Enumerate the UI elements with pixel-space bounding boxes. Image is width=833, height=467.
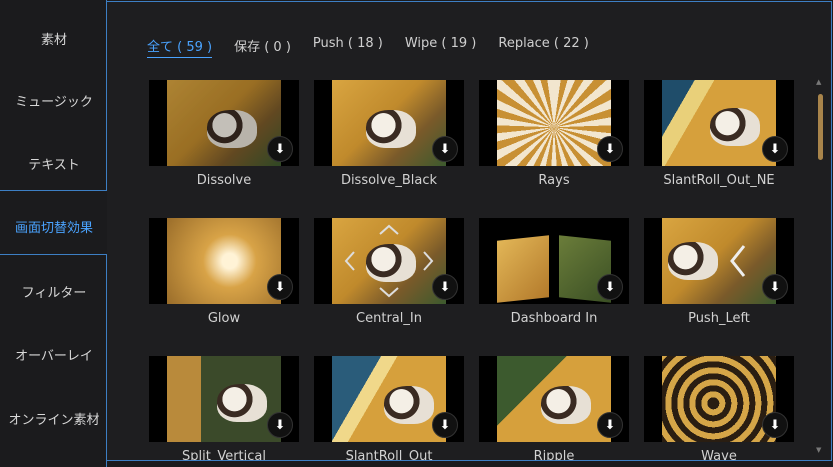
tab-push[interactable]: Push ( 18 ): [313, 36, 383, 58]
effect-card-dashboard-in[interactable]: ⬇ Dashboard In: [479, 218, 629, 338]
download-icon[interactable]: ⬇: [267, 412, 293, 438]
effect-label: Central_In: [356, 311, 422, 326]
effect-label: SlantRoll_Out_NE: [663, 173, 775, 188]
cat-image: [207, 110, 257, 148]
effect-card-dissolve-black[interactable]: ⬇ Dissolve_Black: [314, 80, 464, 200]
effect-thumbnail: ⬇: [479, 356, 629, 442]
category-tabs: 全て ( 59 ) 保存 ( 0 ) Push ( 18 ) Wipe ( 19…: [147, 36, 589, 58]
sidebar-item-media[interactable]: 素材: [0, 20, 108, 56]
effect-label: Rays: [538, 173, 570, 188]
download-icon[interactable]: ⬇: [432, 274, 458, 300]
scroll-up-icon[interactable]: ▲: [816, 78, 821, 86]
effect-label: Dissolve_Black: [340, 173, 438, 188]
download-icon[interactable]: ⬇: [267, 136, 293, 162]
sidebar-item-filters[interactable]: フィルター: [0, 273, 108, 309]
download-icon[interactable]: ⬇: [597, 412, 623, 438]
effect-thumbnail: ⬇: [479, 218, 629, 304]
tab-all[interactable]: 全て ( 59 ): [147, 36, 213, 58]
download-icon[interactable]: ⬇: [762, 412, 788, 438]
download-icon[interactable]: ⬇: [432, 136, 458, 162]
sidebar-item-online-assets[interactable]: オンライン素材: [0, 400, 108, 436]
effect-thumbnail: ⬇: [149, 356, 299, 442]
scrollbar-thumb[interactable]: [818, 94, 823, 160]
effect-thumbnail: ⬇: [314, 218, 464, 304]
cat-image: [384, 386, 434, 424]
scroll-down-icon[interactable]: ▼: [816, 446, 821, 454]
effect-label: Ripple: [533, 449, 575, 461]
thumbnail-image: [497, 356, 611, 442]
thumbnail-image: [662, 80, 776, 166]
thumbnail-image: [662, 356, 776, 442]
effect-thumbnail: ⬇: [479, 80, 629, 166]
sidebar: 素材 ミュージック テキスト 画面切替効果 フィルター オーバーレイ オンライン…: [0, 0, 108, 467]
effect-thumbnail: ⬇: [644, 356, 794, 442]
cat-image: [366, 110, 416, 148]
vertical-scrollbar[interactable]: ▲ ▼: [816, 78, 823, 454]
effect-label: SlantRoll_Out: [345, 449, 433, 461]
effect-thumbnail: ⬇: [149, 218, 299, 304]
sidebar-item-text[interactable]: テキスト: [0, 145, 108, 181]
effect-label: Dissolve: [196, 173, 252, 188]
active-tab-connector: [107, 191, 108, 254]
effect-card-rays[interactable]: ⬇ Rays: [479, 80, 629, 200]
effect-thumbnail: ⬇: [644, 80, 794, 166]
sidebar-item-overlays[interactable]: オーバーレイ: [0, 336, 108, 372]
download-icon[interactable]: ⬇: [597, 136, 623, 162]
effect-card-slantroll-out-ne[interactable]: ⬇ SlantRoll_Out_NE: [644, 80, 794, 200]
effect-card-ripple[interactable]: ⬇ Ripple: [479, 356, 629, 460]
effect-label: Glow: [207, 311, 241, 326]
effect-label: Dashboard In: [510, 311, 598, 326]
effect-card-glow[interactable]: ⬇ Glow: [149, 218, 299, 338]
effect-card-dissolve[interactable]: ⬇ Dissolve: [149, 80, 299, 200]
download-icon[interactable]: ⬇: [762, 136, 788, 162]
sidebar-item-music[interactable]: ミュージック: [0, 82, 108, 118]
effect-thumbnail: ⬇: [644, 218, 794, 304]
effect-card-push-left[interactable]: ⬇ Push_Left: [644, 218, 794, 338]
thumbnail-image: [167, 80, 281, 166]
effect-thumbnail: ⬇: [314, 356, 464, 442]
thumbnail-image: [497, 235, 549, 303]
sidebar-item-transitions[interactable]: 画面切替効果: [0, 208, 108, 244]
cat-image: [710, 108, 760, 146]
download-icon[interactable]: ⬇: [432, 412, 458, 438]
effect-label: Push_Left: [688, 311, 750, 326]
effect-card-wave[interactable]: ⬇ Wave: [644, 356, 794, 460]
effect-thumbnail: ⬇: [149, 80, 299, 166]
effect-card-central-in[interactable]: ⬇ Central_In: [314, 218, 464, 338]
thumbnail-image: [332, 356, 446, 442]
download-icon[interactable]: ⬇: [597, 274, 623, 300]
effect-card-split-vertical[interactable]: ⬇ Split_Vertical: [149, 356, 299, 460]
tab-saved[interactable]: 保存 ( 0 ): [234, 36, 291, 58]
thumbnail-image: [167, 218, 281, 304]
thumbnail-image: [167, 356, 281, 442]
download-icon[interactable]: ⬇: [267, 274, 293, 300]
effect-label: Wave: [701, 449, 737, 461]
download-icon[interactable]: ⬇: [762, 274, 788, 300]
effect-label: Split_Vertical: [182, 449, 266, 461]
transitions-panel: 全て ( 59 ) 保存 ( 0 ) Push ( 18 ) Wipe ( 19…: [107, 1, 832, 461]
tab-wipe[interactable]: Wipe ( 19 ): [405, 36, 477, 58]
thumbnail-image: [497, 80, 611, 166]
thumbnail-image: [332, 80, 446, 166]
cat-image: [217, 384, 267, 422]
effect-card-slantroll-out[interactable]: ⬇ SlantRoll_Out: [314, 356, 464, 460]
cat-image: [541, 386, 591, 424]
tab-replace[interactable]: Replace ( 22 ): [498, 36, 589, 58]
effect-thumbnail: ⬇: [314, 80, 464, 166]
